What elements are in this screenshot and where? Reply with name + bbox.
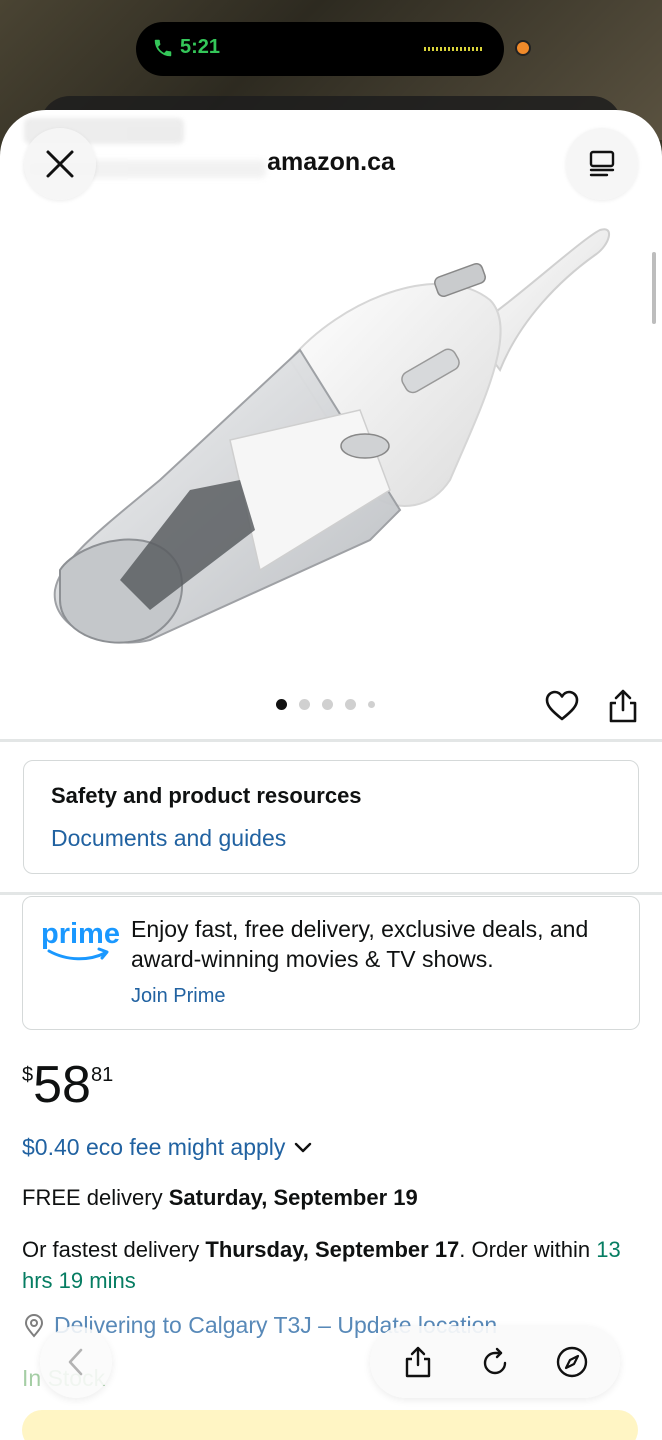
heart-icon[interactable] bbox=[544, 688, 580, 724]
scroll-indicator[interactable] bbox=[652, 252, 656, 324]
phone-icon bbox=[154, 39, 172, 56]
price-fraction: 81 bbox=[90, 1064, 114, 1086]
carousel-dot[interactable] bbox=[322, 699, 333, 710]
eco-fee-text: $0.40 eco fee might apply bbox=[22, 1134, 286, 1160]
carousel-dot[interactable] bbox=[368, 701, 375, 708]
dynamic-island[interactable]: 5:21 bbox=[136, 22, 504, 76]
share-icon bbox=[406, 1346, 431, 1378]
product-image[interactable] bbox=[40, 210, 620, 650]
fastest-delivery-date: Thursday, September 17 bbox=[205, 1237, 460, 1262]
safety-title: Safety and product resources bbox=[51, 783, 362, 808]
fastest-delivery: Or fastest delivery Thursday, September … bbox=[22, 1234, 622, 1296]
carousel-dot[interactable] bbox=[299, 699, 310, 710]
reader-mode-button[interactable] bbox=[566, 128, 638, 200]
browser-sheet: amazon.ca Safety and product resources D… bbox=[0, 110, 662, 1440]
price-whole: 58 bbox=[33, 1056, 91, 1114]
browser-toolbar bbox=[370, 1326, 620, 1398]
carousel-dot[interactable] bbox=[345, 699, 356, 710]
prime-card[interactable]: prime Enjoy fast, free delivery, exclusi… bbox=[22, 896, 640, 1030]
chevron-left-icon bbox=[68, 1348, 83, 1376]
free-delivery-prefix: FREE delivery bbox=[22, 1185, 169, 1210]
free-delivery: FREE delivery Saturday, September 19 bbox=[22, 1185, 418, 1211]
prime-logo-text: prime bbox=[41, 918, 119, 950]
fastest-delivery-prefix: Or fastest delivery bbox=[22, 1237, 206, 1262]
fastest-delivery-middle: . Order within bbox=[459, 1237, 597, 1262]
camera-indicator-dot bbox=[517, 42, 529, 54]
price: $ 58 81 bbox=[22, 1050, 113, 1120]
back-button[interactable] bbox=[40, 1326, 112, 1398]
compass-icon bbox=[556, 1346, 587, 1378]
prime-message: Enjoy fast, free delivery, exclusive dea… bbox=[131, 916, 589, 972]
share-icon[interactable] bbox=[606, 688, 640, 724]
audio-wave bbox=[424, 47, 484, 51]
share-button[interactable] bbox=[401, 1345, 435, 1379]
divider bbox=[0, 892, 662, 895]
reload-icon bbox=[483, 1347, 507, 1375]
reload-button[interactable] bbox=[478, 1345, 512, 1379]
free-delivery-date: Saturday, September 19 bbox=[168, 1185, 418, 1210]
carousel-dots[interactable] bbox=[276, 699, 375, 710]
reader-icon bbox=[589, 150, 615, 177]
safety-resources-card[interactable]: Safety and product resources Documents a… bbox=[23, 760, 639, 874]
price-symbol: $ bbox=[22, 1064, 34, 1086]
location-pin-icon bbox=[24, 1313, 44, 1338]
carousel-dot-active[interactable] bbox=[276, 699, 287, 710]
join-prime-link[interactable]: Join Prime bbox=[131, 985, 225, 1008]
call-indicator: 5:21 bbox=[152, 36, 220, 59]
prime-logo[interactable]: prime bbox=[39, 915, 119, 965]
open-in-safari-button[interactable] bbox=[555, 1345, 589, 1379]
site-title: amazon.ca bbox=[267, 148, 395, 176]
call-time: 5:21 bbox=[180, 36, 221, 58]
chevron-down-icon bbox=[295, 1142, 312, 1152]
add-to-cart-button[interactable] bbox=[22, 1410, 638, 1440]
eco-fee-toggle[interactable]: $0.40 eco fee might apply bbox=[22, 1134, 313, 1161]
divider bbox=[0, 739, 662, 742]
documents-link[interactable]: Documents and guides bbox=[51, 825, 286, 852]
